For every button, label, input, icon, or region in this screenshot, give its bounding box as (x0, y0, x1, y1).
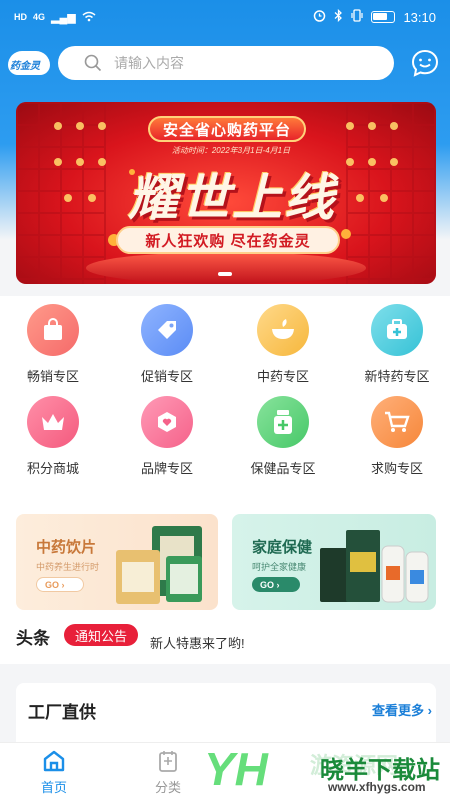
crown-icon (27, 396, 79, 448)
shopping-bag-icon (27, 304, 79, 356)
status-time: 13:10 (403, 9, 436, 25)
medicine-bottle-icon (257, 396, 309, 448)
news-text: 新人特惠来了哟! (150, 636, 245, 651)
promo-card-family-health[interactable]: 家庭保健 呵护全家健康 GO › (232, 514, 436, 610)
category-icon (138, 747, 198, 773)
banner-date: 活动时间：2022年3月1日-4月1日 (171, 146, 291, 155)
search-placeholder: 请输入内容 (114, 55, 184, 71)
banner-slogan: 新人狂欢购 尽在药金灵 (116, 226, 340, 254)
promo-go-button[interactable]: GO › (252, 577, 300, 592)
search-input[interactable]: 请输入内容 (58, 46, 394, 80)
tab-category[interactable]: 分类 (138, 747, 198, 796)
promo-card-herbal[interactable]: 中药饮片 中药养生进行时 GO › (16, 514, 218, 610)
app-logo: 药金灵 (6, 47, 52, 81)
status-bar: HD 4G ▂▄▆ 13:10 (0, 0, 450, 34)
bluetooth-icon (334, 8, 343, 25)
view-more-link[interactable]: 查看更多 › (372, 700, 432, 719)
vibrate-icon (351, 9, 364, 25)
promo-section: 中药饮片 中药养生进行时 GO › 家庭保健 呵护全家健康 GO › (0, 486, 450, 612)
category-health-products[interactable]: 保健品专区 (238, 396, 328, 477)
network-indicator: HD (14, 12, 27, 22)
banner-stage (86, 252, 366, 284)
shopping-cart-icon (371, 396, 423, 448)
category-new-special-drug[interactable]: 新特药专区 (352, 304, 442, 385)
promo-banner[interactable]: 安全省心购药平台 活动时间：2022年3月1日-4月1日 耀世上线 新人狂欢购 … (16, 102, 436, 284)
heart-badge-icon (141, 396, 193, 448)
herbal-packages-image (116, 526, 202, 604)
category-chinese-medicine[interactable]: 中药专区 (238, 304, 328, 385)
factory-title: 工厂直供 (28, 703, 96, 722)
wifi-icon (82, 11, 96, 24)
health-products-image (320, 530, 429, 603)
category-bestseller[interactable]: 畅销专区 (8, 304, 98, 385)
promo-go-button[interactable]: GO › (36, 577, 84, 592)
battery-icon (371, 11, 396, 23)
factory-section: 工厂直供 查看更多 › (16, 683, 436, 743)
medical-kit-icon (371, 304, 423, 356)
herbal-bowl-icon (257, 304, 309, 356)
signal-indicator: 4G (33, 12, 46, 22)
category-promotion[interactable]: 促销专区 (122, 304, 212, 385)
watermark-logo: YH (204, 743, 268, 795)
tab-home[interactable]: 首页 (24, 747, 84, 796)
search-row: 药金灵 请输入内容 (0, 44, 450, 84)
news-ticker[interactable]: 头条 通知公告 新人特惠来了哟! (0, 612, 450, 664)
watermark: YH 游资源网 晓羊下载站 www.xfhygs.com (204, 743, 440, 795)
banner-title: 安全省心购药平台 (148, 116, 306, 142)
category-grid: 畅销专区 促销专区 中药专区 新特药专区 积分商城 品牌专区 保健品专区 求购专… (0, 296, 450, 486)
price-tag-icon (141, 304, 193, 356)
category-brand[interactable]: 品牌专区 (122, 396, 212, 477)
news-title: 头条 (16, 629, 50, 648)
banner-headline: 耀世上线 (128, 170, 336, 226)
message-icon[interactable] (410, 48, 440, 78)
search-icon (84, 54, 102, 72)
home-icon (24, 747, 84, 773)
watermark-url: www.xfhygs.com (328, 780, 426, 794)
alarm-icon (313, 9, 326, 25)
banner-indicator (218, 272, 232, 276)
notice-tag: 通知公告 (64, 624, 138, 646)
chevron-right-icon: › (427, 703, 432, 718)
signal-icon: ▂▄▆ (51, 11, 76, 24)
category-points-mall[interactable]: 积分商城 (8, 396, 98, 477)
category-wanted[interactable]: 求购专区 (352, 396, 442, 477)
